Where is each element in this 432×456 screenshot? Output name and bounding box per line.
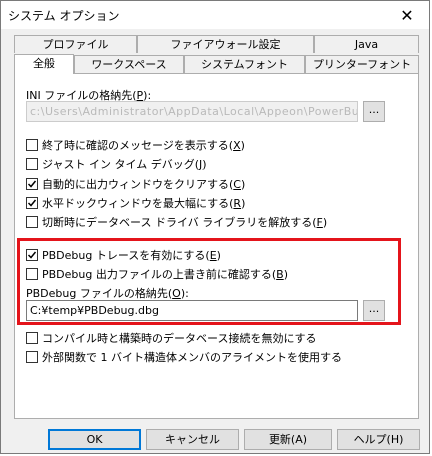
window-title: システム オプション [8,9,120,23]
checkmark-icon [27,199,37,207]
title-bar: システム オプション ✕ [1,1,429,29]
checkbox-checked[interactable] [26,197,38,209]
checkbox[interactable] [26,332,38,344]
cancel-button[interactable]: キャンセル [146,429,239,450]
checkbox-checked[interactable] [26,178,38,190]
tab-general[interactable]: 全般 [14,54,74,74]
checkbox-checked[interactable] [26,249,38,261]
tab-firewall[interactable]: ファイアウォール設定 [137,35,314,53]
option-free-db-driver[interactable]: 切断時にデータベース ドライバ ライブラリを解放する(F) [26,214,327,230]
checkbox[interactable] [26,216,38,228]
option-max-width-dock[interactable]: 水平ドックウィンドウを最大幅にする(R) [26,195,245,211]
option-confirm-on-exit[interactable]: 終了時に確認のメッセージを表示する(X) [26,137,245,153]
apply-button[interactable]: 更新(A) [244,429,332,450]
ini-location-field[interactable]: c:\Users\Administrator\AppData\Local\App… [26,101,358,122]
pbdebug-file-field[interactable]: C:¥temp¥PBDebug.dbg [26,300,358,321]
pbdebug-browse-button[interactable]: ... [363,300,385,321]
tab-system-font[interactable]: システムフォント [184,55,305,73]
pbdebug-file-label: PBDebug ファイルの格納先(O): [26,287,189,300]
checkmark-icon [27,251,37,259]
tab-workspace[interactable]: ワークスペース [74,55,184,73]
system-options-dialog: システム オプション ✕ プロファイル ファイアウォール設定 Java 全般 ワ… [0,0,430,454]
close-icon[interactable]: ✕ [385,1,429,29]
tab-java[interactable]: Java [314,35,419,53]
ok-button[interactable]: OK [48,429,141,450]
checkmark-icon [27,180,37,188]
option-jit-debug[interactable]: ジャスト イン タイム デバッグ(J) [26,156,207,172]
option-enable-pbdebug[interactable]: PBDebug トレースを有効にする(E) [26,247,221,263]
ini-browse-button[interactable]: ... [363,101,385,122]
tab-printer-font[interactable]: プリンターフォント [305,55,419,73]
option-auto-clear-output[interactable]: 自動的に出力ウィンドウをクリアする(C) [26,176,245,192]
option-disable-db-connect-on-compile[interactable]: コンパイル時と構築時のデータベース接続を無効にする [26,330,317,346]
checkbox[interactable] [26,158,38,170]
tab-profile[interactable]: プロファイル [14,35,137,53]
checkbox[interactable] [26,351,38,363]
option-one-byte-alignment[interactable]: 外部関数で 1 バイト構造体メンバのアライメントを使用する [26,349,342,365]
option-confirm-pbdebug-overwrite[interactable]: PBDebug 出力ファイルの上書き前に確認する(B) [26,266,288,282]
checkbox[interactable] [26,139,38,151]
help-button[interactable]: ヘルプ(H) [337,429,420,450]
checkbox[interactable] [26,268,38,280]
